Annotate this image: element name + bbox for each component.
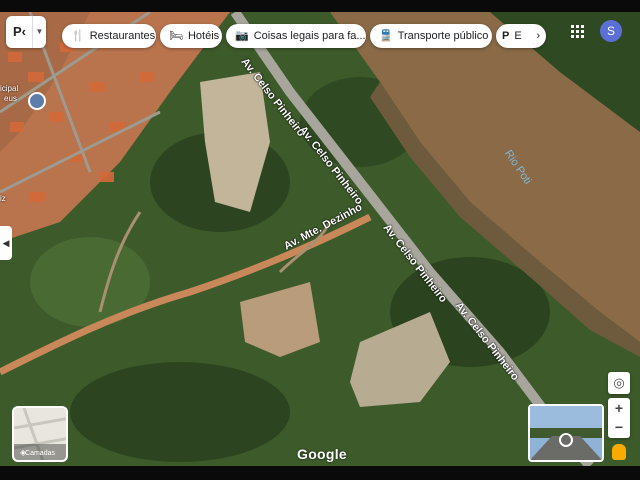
chip-label: Restaurantes [89, 30, 156, 42]
avatar[interactable]: S [600, 20, 622, 42]
chip-label: Transporte público [397, 30, 489, 42]
pegman-icon[interactable] [612, 444, 626, 460]
parking-icon: P [502, 29, 510, 42]
chip-transit[interactable]: 🚆 Transporte público [370, 24, 492, 48]
satellite-map[interactable]: Av. Celso Pinheiro Av. Celso Pinheiro Av… [0, 12, 640, 466]
satellite-imagery [0, 12, 640, 466]
layers-label: Camadas [25, 450, 55, 457]
poi-label-top: icipal [0, 84, 19, 93]
search-query[interactable]: P‹ [13, 24, 26, 39]
chevron-left-icon: ◀ [2, 238, 10, 248]
layers-button[interactable]: ◈ Camadas [12, 406, 68, 462]
zoom-in-button[interactable]: + [608, 398, 630, 418]
camera-icon: 📷 [235, 29, 249, 42]
poi-label-top2: eus [4, 94, 17, 103]
screen: Av. Celso Pinheiro Av. Celso Pinheiro Av… [0, 0, 640, 480]
chip-restaurants[interactable]: 🍴 Restaurantes [62, 24, 156, 48]
my-location-button[interactable]: ◎ [608, 372, 630, 394]
chip-things-to-do[interactable]: 📷 Coisas legais para fa... [226, 24, 366, 48]
chevron-down-icon[interactable]: ▼ [32, 16, 46, 48]
street-view-thumbnail [530, 406, 602, 460]
chip-label: Hotéis [187, 30, 220, 42]
zoom-out-button[interactable]: − [608, 418, 630, 438]
google-logo: Google [297, 446, 348, 462]
chip-label: E [514, 30, 522, 42]
chevron-right-icon[interactable]: › [536, 30, 540, 42]
search-box[interactable]: P‹ ▼ [6, 16, 46, 48]
hotel-icon: 🛏 [169, 29, 183, 42]
place-marker-icon[interactable] [28, 92, 46, 110]
collapse-panel-button[interactable]: ◀ [0, 226, 12, 260]
chip-hotels[interactable]: 🛏 Hotéis [160, 24, 222, 48]
location-target-icon: ◎ [613, 375, 625, 390]
apps-grid-icon[interactable] [571, 25, 584, 38]
street-view-preview[interactable] [528, 404, 604, 462]
chip-label: Coisas legais para fa... [253, 30, 366, 42]
chip-parking[interactable]: P E › [496, 24, 546, 48]
restaurant-icon: 🍴 [71, 29, 85, 42]
transit-icon: 🚆 [379, 29, 393, 42]
zoom-controls: + − [608, 398, 630, 438]
poi-label-left: iz [0, 194, 6, 203]
